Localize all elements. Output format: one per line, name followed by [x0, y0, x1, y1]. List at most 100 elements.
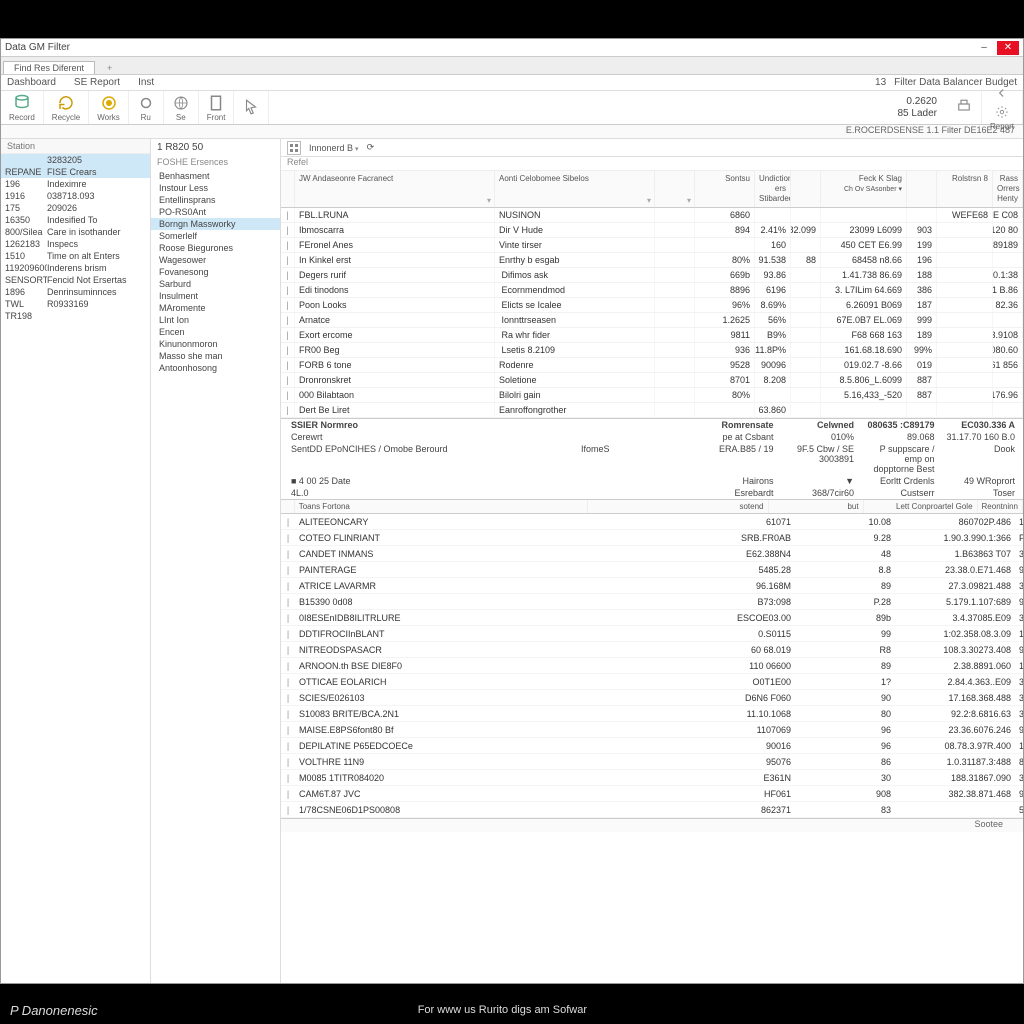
- rotate-icon: [57, 94, 75, 112]
- ribbon-works[interactable]: Works: [89, 91, 129, 124]
- table-row[interactable]: |Poon Looks Elicts se Icalee96%8.69%6.26…: [281, 298, 1023, 313]
- col-sontsu[interactable]: Sontsu: [695, 171, 755, 207]
- main-tab-label[interactable]: Innonerd B: [309, 143, 359, 153]
- tree-item[interactable]: Entellinsprans: [151, 194, 280, 206]
- nav-row[interactable]: 1916038718.093: [1, 190, 150, 202]
- col-celobomee[interactable]: Aonti Celobomee Sibelos▾: [495, 171, 655, 207]
- tree-item[interactable]: Insulment: [151, 290, 280, 302]
- grid2-body[interactable]: |ALITEEONCARY6107110.08860702P.4861113.7…: [281, 514, 1023, 818]
- ribbon-recycle[interactable]: Recycle: [44, 91, 89, 124]
- table-row[interactable]: |PAINTERAGE5485.288.823.38.0.E71.46892.4…: [281, 562, 1023, 578]
- ribbon-print[interactable]: [947, 91, 982, 124]
- grid-header: JW Andaseonre Facranect▾ Aonti Celobomee…: [281, 171, 1023, 208]
- tree-item[interactable]: Fovanesong: [151, 266, 280, 278]
- table-row[interactable]: |FEronel AnesVinte tirser160450 CET E6.9…: [281, 238, 1023, 253]
- document-tab[interactable]: Find Res Diferent: [3, 61, 95, 74]
- nav-row[interactable]: 3283205: [1, 154, 150, 166]
- minimize-button[interactable]: –: [973, 41, 995, 55]
- tree-item[interactable]: Masso she man: [151, 350, 280, 362]
- table-row[interactable]: |DronronskretSoletione87018.2088.5.806_L…: [281, 373, 1023, 388]
- table-row[interactable]: |Degers rurif Difimos ask669b93.861.41.7…: [281, 268, 1023, 283]
- table-row[interactable]: |SCIES/E026103D6N6 F0609017.168.368.4883…: [281, 690, 1023, 706]
- table-row[interactable]: |CANDET INMANSE62.388N4481.B63863 T073.1…: [281, 546, 1023, 562]
- table-row[interactable]: |ARNOON.th BSE DIE8F0110 06600892.38.889…: [281, 658, 1023, 674]
- table-row[interactable]: |M0085 1TITR084020E361N30188.31867.0903.…: [281, 770, 1023, 786]
- col-rolstrsn[interactable]: Rolstrsn 8: [937, 171, 993, 207]
- table-row[interactable]: |CAM6T.87 JVCHF061908382.38.871.46898091…: [281, 786, 1023, 802]
- tree-item[interactable]: MAromente: [151, 302, 280, 314]
- page-indicator: 13: [875, 77, 886, 88]
- nav-row[interactable]: 1510Time on alt Enters: [1, 250, 150, 262]
- col-andaseonre[interactable]: JW Andaseonre Facranect▾: [295, 171, 495, 207]
- ribbon-separator: [234, 91, 269, 124]
- nav-row[interactable]: 1896Denrinsuminnces: [1, 286, 150, 298]
- col-undict[interactable]: Undictionel ers Stibarded: [755, 171, 791, 207]
- table-row[interactable]: |FBL.LRUNANUSINON6860WEFE68H8078.606 BSE…: [281, 208, 1023, 223]
- nav-row[interactable]: TR198: [1, 310, 150, 322]
- menu-report[interactable]: SE Report: [74, 77, 120, 88]
- table-row[interactable]: |NITREODSPASACR60 68.019R8108.3.30273.40…: [281, 642, 1023, 658]
- database-icon: [13, 94, 31, 112]
- table-row[interactable]: |OTTICAE EOLARICHO0T1E001?2.84.4.363..E0…: [281, 674, 1023, 690]
- nav-row[interactable]: 196Indeximre: [1, 178, 150, 190]
- table-row[interactable]: |IbmoscarraDir V Hude8942.41%782.0992309…: [281, 223, 1023, 238]
- tree-item[interactable]: LInt Ion: [151, 314, 280, 326]
- ribbon-front[interactable]: Front: [199, 91, 235, 124]
- ribbon-record[interactable]: Record: [1, 91, 44, 124]
- table-row[interactable]: |DEPILATINE P65EDCOECe900169608.78.3.97R…: [281, 738, 1023, 754]
- table-row[interactable]: |Dert Be LiretEanroffongrother63.860: [281, 403, 1023, 418]
- table-row[interactable]: |0I8ESEnIDB8ILITRLUREESCOE03.0089b3.4.37…: [281, 610, 1023, 626]
- table-row[interactable]: |B15390 0d08B73:098P.285.179.1.107:68995…: [281, 594, 1023, 610]
- close-button[interactable]: ✕: [997, 41, 1019, 55]
- menu-inst[interactable]: Inst: [138, 77, 154, 88]
- table-row[interactable]: |S10083 BRITE/BCA.2N111.10.10688092.2:8.…: [281, 706, 1023, 722]
- tree-item[interactable]: Kinunonmoron: [151, 338, 280, 350]
- tree-item[interactable]: PO-RS0Ant: [151, 206, 280, 218]
- tree-item[interactable]: Roose Biegurones: [151, 242, 280, 254]
- table-row[interactable]: |FORB 6 toneRodenre952890096019.02.7 -8.…: [281, 358, 1023, 373]
- window-title: Data GM Filter: [5, 42, 70, 53]
- col-rass[interactable]: Rass Orrers Mod Henty: [993, 171, 1023, 207]
- table-row[interactable]: |MAISE.E8PS6font80 Bf11070699623.36.6076…: [281, 722, 1023, 738]
- table-row[interactable]: |Exort ercome Ra whr fider9811B9%F68 668…: [281, 328, 1023, 343]
- table-row[interactable]: |COTEO FLINRIANTSRB.FR0AB9.281.90.3.990.…: [281, 530, 1023, 546]
- tree-item[interactable]: Borngn Massworky: [151, 218, 280, 230]
- tree-item[interactable]: Encen: [151, 326, 280, 338]
- table-row[interactable]: |In Kinkel erstEnrthy b esgab80%91.53888…: [281, 253, 1023, 268]
- nav-header: Station: [1, 139, 150, 154]
- tree-item[interactable]: Sarburd: [151, 278, 280, 290]
- ribbon-ru[interactable]: Ru: [129, 91, 164, 124]
- table-row[interactable]: |DDTIFROCIInBLANT0.S0115991:02.358.08.3.…: [281, 626, 1023, 642]
- nav-row[interactable]: 119209600Inderens brism: [1, 262, 150, 274]
- tree-item[interactable]: Antoonhosong: [151, 362, 280, 374]
- tree-item[interactable]: Wagesower: [151, 254, 280, 266]
- nav-row[interactable]: TWLR0933169: [1, 298, 150, 310]
- ribbon-se[interactable]: Se: [164, 91, 199, 124]
- nav-row[interactable]: 800/SileaCare in isothander: [1, 226, 150, 238]
- nav-row[interactable]: 16350Indesified To: [1, 214, 150, 226]
- grid-body[interactable]: |FBL.LRUNANUSINON6860WEFE68H8078.606 BSE…: [281, 208, 1023, 418]
- col-feck[interactable]: Feck K SlagCh Ov SAsonber ▾: [821, 171, 907, 207]
- nav-row[interactable]: SENSORTDFencid Not Ersertas: [1, 274, 150, 286]
- tree-item[interactable]: Instour Less: [151, 182, 280, 194]
- menu-dashboard[interactable]: Dashboard: [7, 77, 56, 88]
- col-blank[interactable]: ▾: [655, 171, 695, 207]
- table-row[interactable]: |Edi tinodons Ecornmendmod889661963. L7I…: [281, 283, 1023, 298]
- table-row[interactable]: |ATRICE LAVARMR96.168M8927.3.09821.48831…: [281, 578, 1023, 594]
- summary-row: SSIER NormreoRomrensateCelwned080635 :C8…: [281, 419, 1023, 431]
- table-row[interactable]: |000 BilabtaonBilolri gain80%5.16,433_-5…: [281, 388, 1023, 403]
- table-row[interactable]: |Arnatce Ionnttrseasen1.262556%67E.0B7 E…: [281, 313, 1023, 328]
- nav-row[interactable]: REPANEFISE Crears: [1, 166, 150, 178]
- nav-row[interactable]: 175209026: [1, 202, 150, 214]
- grid-icon[interactable]: [287, 141, 301, 155]
- table-row[interactable]: |FR00 Beg Lsetis 8.210993611.8P%161.68.1…: [281, 343, 1023, 358]
- tree-item[interactable]: Benhasment: [151, 170, 280, 182]
- refresh-small-icon[interactable]: ⟳: [367, 142, 375, 153]
- tree-item[interactable]: Somerlelf: [151, 230, 280, 242]
- table-row[interactable]: |ALITEEONCARY6107110.08860702P.4861113.7…: [281, 514, 1023, 530]
- table-row[interactable]: |1/78CSNE06D1PS008088623718358.030012 H: [281, 802, 1023, 818]
- table-row[interactable]: |VOLTHRE 11N995076861.0.31187.3:48889560: [281, 754, 1023, 770]
- nav-row[interactable]: 1262183Inspecs: [1, 238, 150, 250]
- new-tab-button[interactable]: +: [97, 62, 122, 74]
- ribbon-actions[interactable]: Report: [982, 91, 1023, 124]
